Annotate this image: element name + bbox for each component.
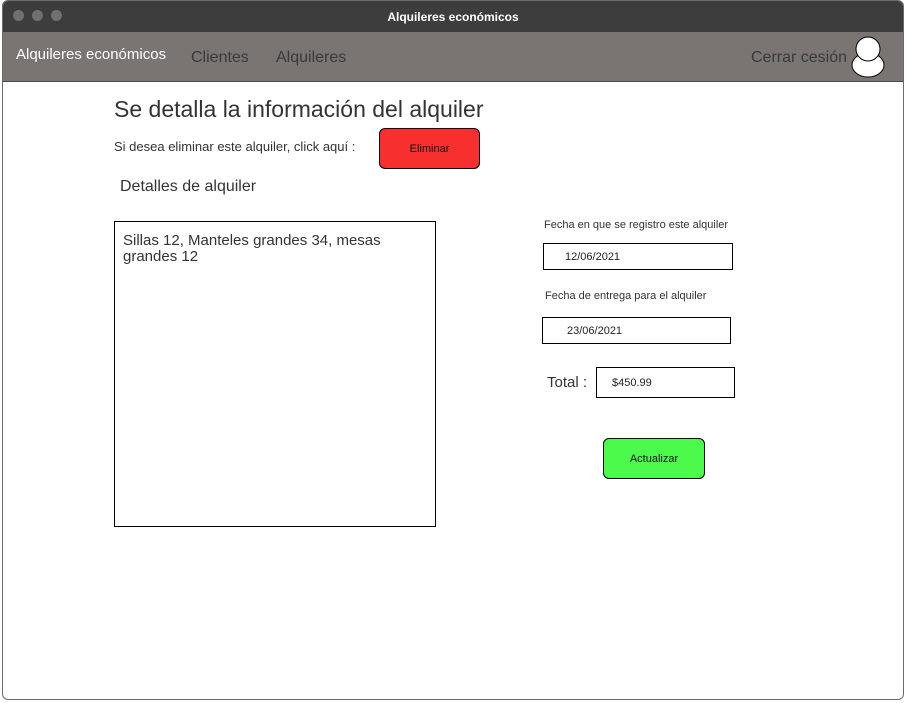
registro-date-field[interactable]: 12/06/2021 (543, 243, 733, 270)
delete-prompt: Si desea eliminar este alquiler, click a… (114, 139, 356, 154)
user-avatar-icon[interactable] (851, 36, 885, 78)
entrega-date-field[interactable]: 23/06/2021 (542, 317, 731, 344)
brand-title[interactable]: Alquileres económicos (16, 46, 166, 63)
navbar: Alquileres económicos Clientes Alquilere… (3, 32, 903, 82)
total-field[interactable]: $450.99 (596, 367, 735, 398)
total-label: Total : (547, 374, 588, 391)
page-title: Se detalla la información del alquiler (114, 96, 484, 122)
nav-clientes[interactable]: Clientes (191, 49, 249, 67)
app-window: Alquileres económicos Alquileres económi… (2, 0, 904, 700)
logout-link[interactable]: Cerrar cesión (751, 49, 847, 67)
delete-button[interactable]: Eliminar (379, 128, 480, 169)
window-title: Alquileres económicos (387, 9, 519, 24)
title-bar: Alquileres económicos (3, 1, 903, 32)
update-button[interactable]: Actualizar (603, 438, 705, 479)
details-textarea[interactable]: Sillas 12, Manteles grandes 34, mesas gr… (114, 221, 436, 527)
window-controls (13, 10, 62, 21)
maximize-window-button[interactable] (51, 10, 62, 21)
details-heading: Detalles de alquiler (120, 178, 257, 195)
close-window-button[interactable] (13, 10, 24, 21)
entrega-date-label: Fecha de entrega para el alquiler (545, 290, 707, 302)
minimize-window-button[interactable] (32, 10, 43, 21)
nav-alquileres[interactable]: Alquileres (276, 49, 346, 67)
registro-date-label: Fecha en que se registro este alquiler (544, 219, 729, 231)
